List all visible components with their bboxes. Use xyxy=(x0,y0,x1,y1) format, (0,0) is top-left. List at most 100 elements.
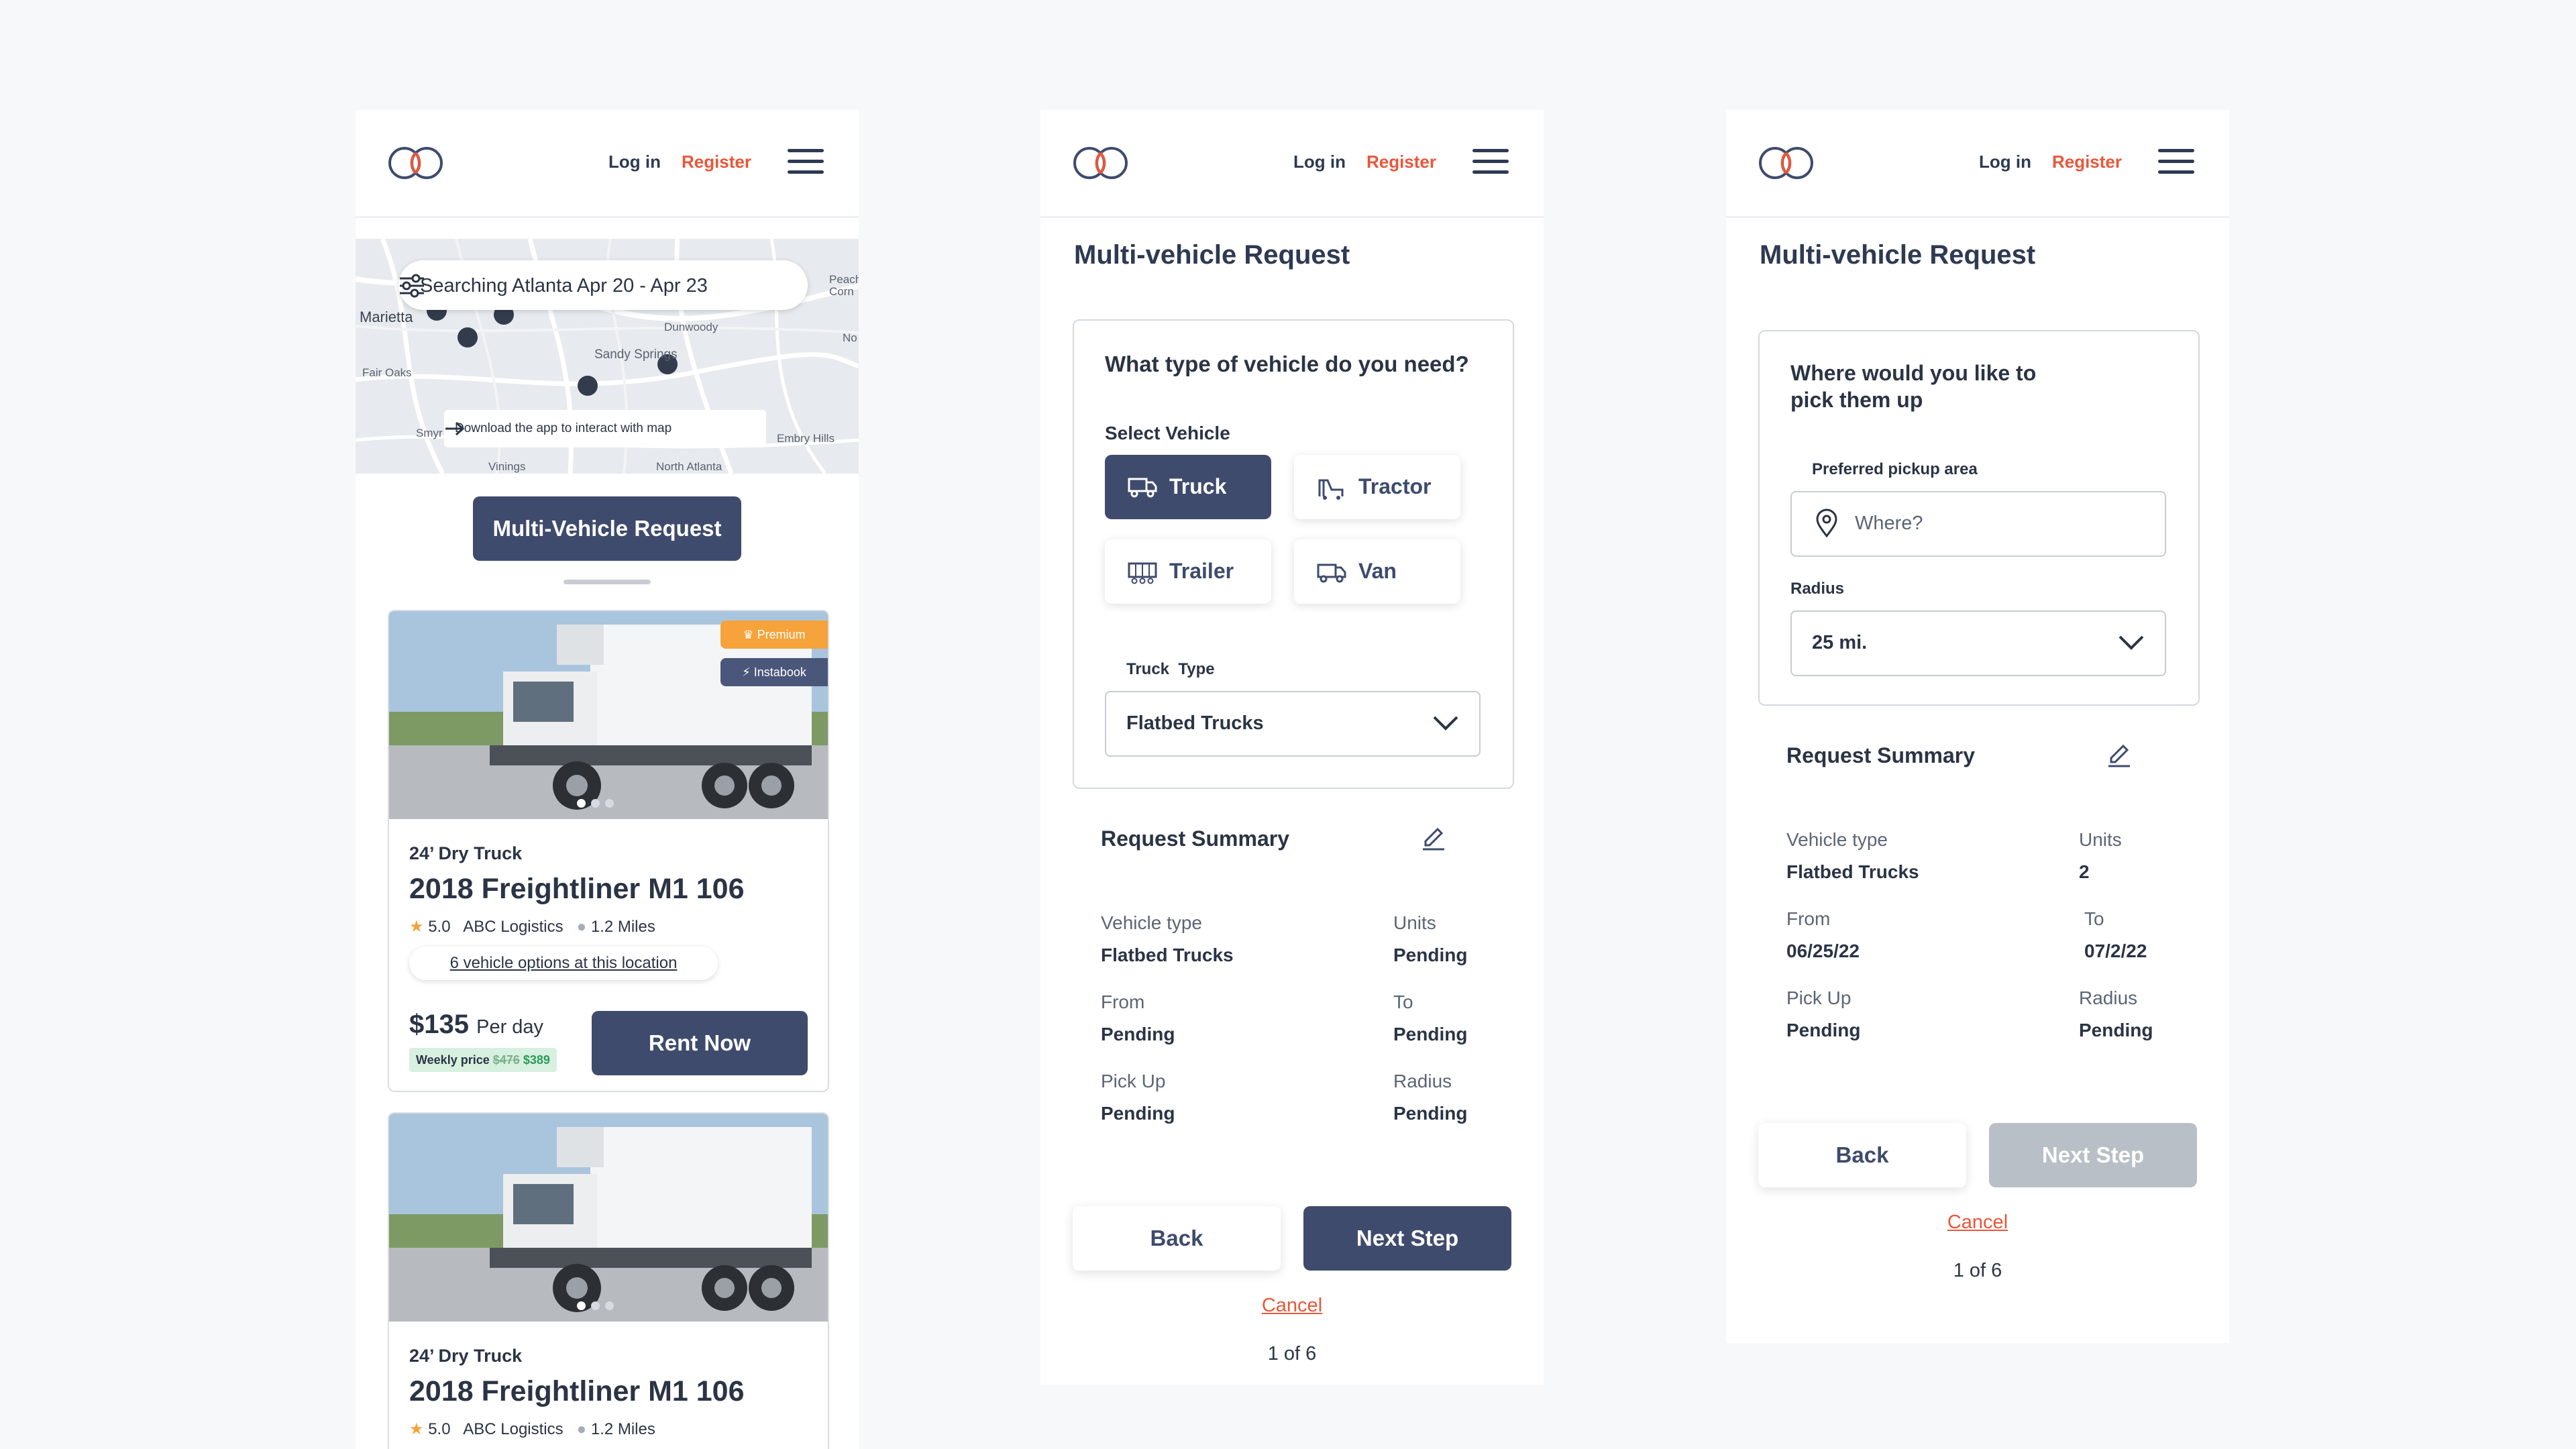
radius-label: Radius xyxy=(1790,580,1845,598)
select-vehicle-label: Select Vehicle xyxy=(1105,423,1230,443)
summary-value: Flatbed Trucks xyxy=(1786,861,1919,882)
summary-label: Vehicle type xyxy=(1101,912,1202,933)
trailer-icon xyxy=(1128,562,1157,584)
edit-pencil-icon[interactable] xyxy=(2106,742,2133,769)
map-view[interactable]: Marietta Dunwoody Sandy Springs Fair Oak… xyxy=(356,239,859,474)
summary-label: Units xyxy=(1393,912,1436,933)
summary-value: Pending xyxy=(1101,1024,1175,1044)
price: $135 Per day xyxy=(409,1010,543,1040)
drag-handle[interactable] xyxy=(564,580,651,584)
login-link[interactable]: Log in xyxy=(1293,152,1346,172)
weekly-old-price: $476 xyxy=(492,1053,520,1067)
cancel-link[interactable]: Cancel xyxy=(1726,1212,2229,1234)
vehicle-option-label: Truck xyxy=(1169,474,1227,498)
pickup-location-screen: Log in Register Multi-vehicle Request Wh… xyxy=(1726,110,2229,1343)
logo-icon[interactable] xyxy=(386,145,448,181)
vehicle-photo[interactable] xyxy=(389,1114,828,1322)
back-button[interactable]: Back xyxy=(1758,1123,1966,1187)
page-title: Multi-vehicle Request xyxy=(1760,240,2036,270)
register-link[interactable]: Register xyxy=(682,152,751,172)
map-label: Dunwoody xyxy=(664,321,718,333)
listing-card[interactable]: ♛ Premium ⚡ Instabook 24’ Dry Truck 2018… xyxy=(388,610,829,1092)
login-link[interactable]: Log in xyxy=(1979,152,2031,172)
vehicle-option-label: Tractor xyxy=(1358,474,1432,498)
vehicle-selection-panel: What type of vehicle do you need? Select… xyxy=(1073,319,1514,789)
vehicle-title[interactable]: 2018 Freightliner M1 106 xyxy=(409,873,745,906)
logo-icon[interactable] xyxy=(1757,145,1819,181)
hamburger-menu-icon[interactable] xyxy=(788,149,824,174)
rating: 5.0 xyxy=(428,1420,451,1438)
radius-select[interactable]: 25 mi. xyxy=(1790,610,2166,676)
map-label: Marietta xyxy=(360,309,413,325)
star-icon: ★ xyxy=(409,1420,424,1438)
chevron-down-icon xyxy=(2118,635,2144,650)
request-summary-title: Request Summary xyxy=(1786,743,1975,767)
distance: 1.2 Miles xyxy=(590,1420,655,1438)
truck-type-value: Flatbed Trucks xyxy=(1126,712,1264,734)
hamburger-menu-icon[interactable] xyxy=(2158,149,2194,174)
vehicle-option-tractor[interactable]: Tractor xyxy=(1294,455,1460,519)
top-bar: Log in Register xyxy=(356,110,859,218)
map-marker[interactable] xyxy=(458,327,478,347)
summary-value: Flatbed Trucks xyxy=(1101,945,1234,965)
summary-label: Pick Up xyxy=(1101,1071,1166,1091)
map-label: Fair Oaks xyxy=(362,366,412,379)
vehicle-meta: ★ 5.0 ABC Logistics ● 1.2 Miles xyxy=(409,1419,655,1439)
arrow-right-icon xyxy=(445,421,465,436)
tractor-icon xyxy=(1318,479,1344,500)
next-step-button[interactable]: Next Step xyxy=(1303,1206,1511,1271)
pickup-area-label: Preferred pickup area xyxy=(1812,460,1978,478)
vehicle-subtitle: 24’ Dry Truck xyxy=(409,843,523,863)
vehicle-option-label: Van xyxy=(1358,559,1397,583)
search-bar[interactable]: Searching Atlanta Apr 20 - Apr 23 xyxy=(398,260,808,310)
truck-type-label: Truck Type xyxy=(1126,660,1215,678)
vehicle-option-label: Trailer xyxy=(1169,559,1234,583)
photo-pager[interactable] xyxy=(577,1301,619,1313)
summary-value: Pending xyxy=(1101,1103,1175,1124)
price-unit: Per day xyxy=(476,1016,544,1038)
cancel-link[interactable]: Cancel xyxy=(1040,1295,1544,1317)
vehicle-title[interactable]: 2018 Freightliner M1 106 xyxy=(409,1375,745,1408)
rent-now-button[interactable]: Rent Now xyxy=(592,1011,808,1075)
download-app-hint[interactable]: Download the app to interact with map xyxy=(444,410,766,447)
edit-pencil-icon[interactable] xyxy=(1420,825,1447,852)
instabook-label: Instabook xyxy=(753,665,806,679)
summary-value: Pending xyxy=(2079,1020,2153,1040)
distance: 1.2 Miles xyxy=(590,918,655,936)
pickup-area-input[interactable]: Where? xyxy=(1790,491,2166,557)
next-step-button[interactable]: Next Step xyxy=(1989,1123,2197,1187)
step-question: Where would you like to pick them up xyxy=(1790,361,2037,412)
hamburger-menu-icon[interactable] xyxy=(1472,149,1509,174)
location-pin-icon xyxy=(1816,508,1837,538)
map-label: Embry Hills xyxy=(777,432,835,445)
filter-icon[interactable] xyxy=(398,272,425,298)
truck-type-select[interactable]: Flatbed Trucks xyxy=(1105,691,1481,757)
register-link[interactable]: Register xyxy=(1366,152,1436,172)
multi-vehicle-request-button[interactable]: Multi-Vehicle Request xyxy=(473,496,741,561)
register-link[interactable]: Register xyxy=(2052,152,2122,172)
map-label: North Atlanta xyxy=(656,460,722,473)
map-marker[interactable] xyxy=(578,376,598,396)
vehicle-options-link[interactable]: 6 vehicle options at this location xyxy=(409,947,718,980)
vehicle-option-truck[interactable]: Truck xyxy=(1105,455,1271,519)
summary-label: Units xyxy=(2079,829,2122,850)
summary-value: 06/25/22 xyxy=(1786,941,1860,961)
vehicle-option-trailer[interactable]: Trailer xyxy=(1105,539,1271,604)
premium-badge: ♛ Premium xyxy=(720,621,828,649)
logo-icon[interactable] xyxy=(1071,145,1133,181)
photo-pager[interactable] xyxy=(577,799,619,811)
rating: 5.0 xyxy=(428,918,451,936)
pickup-area-placeholder: Where? xyxy=(1855,513,1923,534)
listing-card[interactable]: 24’ Dry Truck 2018 Freightliner M1 106 ★… xyxy=(388,1112,829,1449)
vehicle-option-van[interactable]: Van xyxy=(1294,539,1460,604)
weekly-label: Weekly price xyxy=(416,1053,490,1067)
summary-value: 2 xyxy=(2079,861,2090,882)
premium-label: Premium xyxy=(757,628,806,641)
truck-photo-illustration xyxy=(389,1114,828,1322)
step-progress: 1 of 6 xyxy=(1953,1260,2002,1281)
summary-label: Pick Up xyxy=(1786,987,1851,1008)
back-button[interactable]: Back xyxy=(1073,1206,1281,1271)
summary-label: From xyxy=(1786,908,1831,929)
login-link[interactable]: Log in xyxy=(608,152,661,172)
summary-label: From xyxy=(1101,991,1145,1012)
